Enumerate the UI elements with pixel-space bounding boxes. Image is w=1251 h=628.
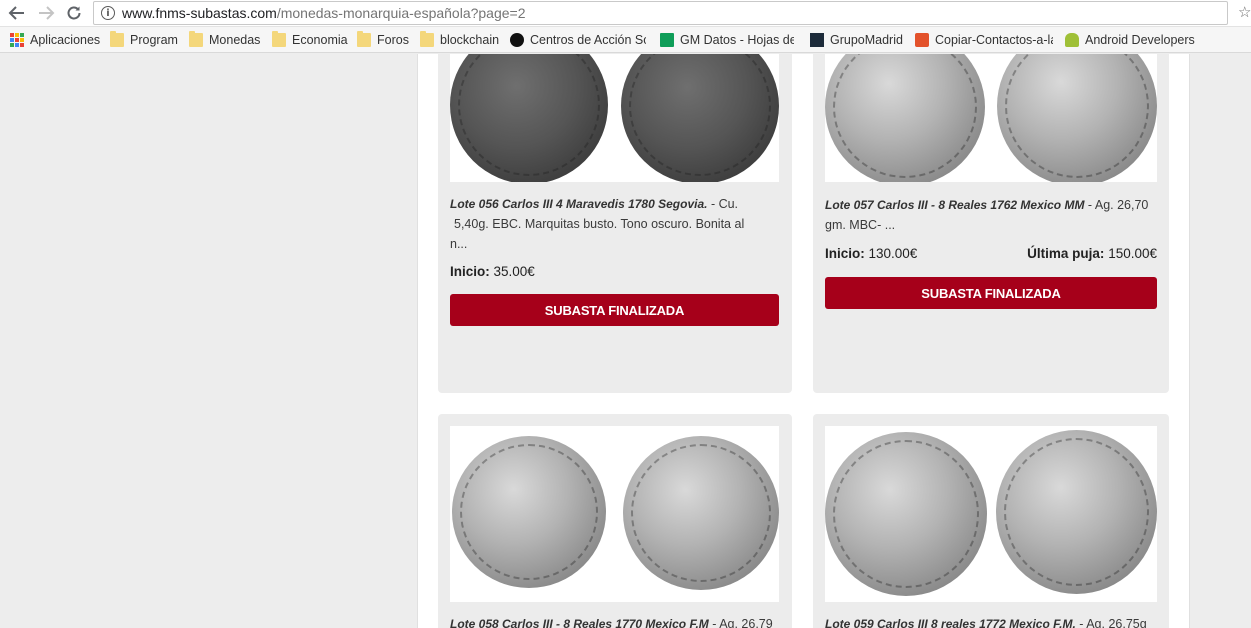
address-bar: i www.fnms-subastas.com/monedas-monarqui… <box>0 0 1251 27</box>
bookmark-grupomadrid[interactable]: GrupoMadrid <box>810 31 903 49</box>
lot-photo[interactable] <box>450 426 779 602</box>
bookmark-label: blockchain <box>440 33 500 47</box>
lot-description: Lote 056 Carlos III 4 Maravedis 1780 Seg… <box>450 197 745 251</box>
start-price: Inicio: 35.00€ <box>450 264 535 279</box>
last-bid-price: Última puja: 150.00€ <box>1027 246 1157 261</box>
github-icon <box>510 33 524 47</box>
coin-obverse-image <box>825 54 985 182</box>
folder-icon <box>189 31 203 47</box>
lot-title[interactable]: Lote 057 Carlos III - 8 Reales 1762 Mexi… <box>825 198 1084 212</box>
bookmark-program[interactable]: Program <box>110 31 178 49</box>
bookmark-label: Centros de Acción Soc <box>530 33 646 47</box>
bookmark-label: Economia <box>292 33 348 47</box>
bookmark-monedas[interactable]: Monedas <box>189 31 260 49</box>
coin-reverse-image <box>997 54 1157 182</box>
lot-description: Lote 057 Carlos III - 8 Reales 1762 Mexi… <box>825 198 1149 232</box>
lot-photo[interactable] <box>825 54 1157 182</box>
auction-closed-button[interactable]: SUBASTA FINALIZADA <box>450 294 779 326</box>
start-price: Inicio: 130.00€ <box>825 246 918 261</box>
back-arrow-icon <box>8 6 24 20</box>
bookmark-star-icon[interactable]: ☆ <box>1238 3 1251 21</box>
coin-obverse-image <box>825 432 987 596</box>
main-content: Lote 056 Carlos III 4 Maravedis 1780 Seg… <box>417 54 1190 628</box>
forward-button[interactable] <box>35 3 57 23</box>
folder-icon <box>420 31 434 47</box>
url-input[interactable]: i www.fnms-subastas.com/monedas-monarqui… <box>93 1 1228 25</box>
reload-button[interactable] <box>63 3 85 23</box>
bookmark-gm-datos[interactable]: GM Datos - Hojas de <box>660 31 794 49</box>
lot-card[interactable]: Lote 058 Carlos III - 8 Reales 1770 Mexi… <box>438 414 792 628</box>
lot-description: Lote 059 Carlos III 8 reales 1772 Mexico… <box>825 614 1160 628</box>
lot-title[interactable]: Lote 059 Carlos III 8 reales 1772 Mexico… <box>825 617 1076 628</box>
folder-icon <box>357 31 371 47</box>
bookmark-android-developers[interactable]: Android Developers <box>1065 31 1195 49</box>
lot-card[interactable]: Lote 056 Carlos III 4 Maravedis 1780 Seg… <box>438 54 792 393</box>
lot-title[interactable]: Lote 056 Carlos III 4 Maravedis 1780 Seg… <box>450 197 707 211</box>
lot-card[interactable]: Lote 057 Carlos III - 8 Reales 1762 Mexi… <box>813 54 1169 393</box>
bookmark-economia[interactable]: Economia <box>272 31 348 49</box>
grupomadrid-icon <box>810 33 824 47</box>
folder-icon <box>272 31 286 47</box>
lot-card[interactable]: Lote 059 Carlos III 8 reales 1772 Mexico… <box>813 414 1169 628</box>
lot-photo[interactable] <box>450 54 779 182</box>
lot-photo[interactable] <box>825 426 1157 602</box>
coin-obverse-image <box>452 436 606 588</box>
folder-icon <box>110 31 124 47</box>
bookmark-label: Aplicaciones <box>30 33 101 47</box>
sheets-icon <box>660 33 674 47</box>
apps-icon <box>10 33 24 47</box>
url-text: www.fnms-subastas.com/monedas-monarquia-… <box>122 5 526 21</box>
lot-description: Lote 058 Carlos III - 8 Reales 1770 Mexi… <box>450 614 785 628</box>
info-icon[interactable]: i <box>101 6 115 20</box>
s-icon <box>915 33 929 47</box>
back-button[interactable] <box>6 3 28 23</box>
bookmark-label: GM Datos - Hojas de <box>680 33 794 47</box>
lot-title[interactable]: Lote 058 Carlos III - 8 Reales 1770 Mexi… <box>450 617 709 628</box>
bookmark-label: Copiar-Contactos-a-la <box>935 33 1053 47</box>
bookmarks-bar: Aplicaciones Program Monedas Economia Fo… <box>0 27 1251 53</box>
coin-reverse-image <box>621 54 779 182</box>
page-viewport: Lote 056 Carlos III 4 Maravedis 1780 Seg… <box>0 54 1251 628</box>
bookmark-label: Foros <box>377 33 409 47</box>
coin-obverse-image <box>450 54 608 182</box>
bookmark-label: Program <box>130 33 178 47</box>
forward-arrow-icon <box>39 6 55 20</box>
coin-reverse-image <box>623 436 779 590</box>
bookmark-label: GrupoMadrid <box>830 33 903 47</box>
bookmark-blockchain[interactable]: blockchain <box>420 31 499 49</box>
reload-icon <box>67 6 81 20</box>
bookmark-centros-accion[interactable]: Centros de Acción Soc <box>510 31 646 49</box>
bookmark-label: Monedas <box>209 33 261 47</box>
bookmark-foros[interactable]: Foros <box>357 31 409 49</box>
android-icon <box>1065 33 1079 47</box>
coin-reverse-image <box>996 430 1157 594</box>
bookmark-copiar-contactos[interactable]: Copiar-Contactos-a-la <box>915 31 1053 49</box>
auction-closed-button[interactable]: SUBASTA FINALIZADA <box>825 277 1157 309</box>
bookmark-label: Android Developers <box>1085 33 1195 47</box>
bookmark-aplicaciones[interactable]: Aplicaciones <box>10 31 100 49</box>
